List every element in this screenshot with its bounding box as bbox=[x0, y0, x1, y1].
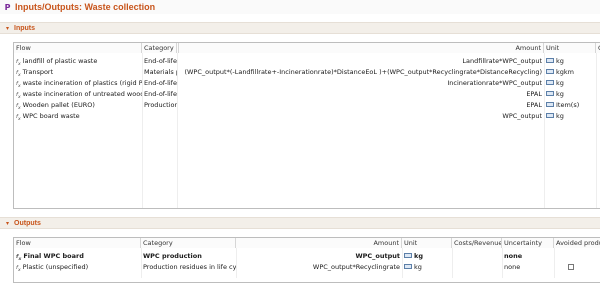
column-header-unit[interactable]: Unit bbox=[544, 43, 596, 53]
fx-flow-icon: fx bbox=[16, 254, 22, 261]
fx-flow-icon: fx bbox=[16, 114, 21, 121]
flow-name: waste incineration of plastics (rigid P bbox=[22, 79, 142, 87]
outputs-section-label: Outputs bbox=[14, 219, 41, 227]
flow-name: landfill of plastic waste bbox=[22, 57, 98, 65]
page-title: Inputs/Outputs: Waste collection bbox=[15, 2, 156, 12]
editor-title-bar: P Inputs/Outputs: Waste collection bbox=[0, 0, 600, 14]
fx-flow-icon: fx bbox=[16, 265, 21, 272]
column-header-costs[interactable]: Costs/Revenues bbox=[452, 238, 502, 248]
fx-flow-icon: fx bbox=[16, 92, 21, 99]
flow-name: WPC board waste bbox=[22, 112, 80, 120]
table-row[interactable]: fx WPC board waste WPC_output kg bbox=[14, 111, 600, 121]
outputs-section-header[interactable]: ▾ Outputs bbox=[0, 217, 600, 229]
column-header-category[interactable]: Category bbox=[142, 43, 177, 53]
process-icon: P bbox=[4, 2, 11, 12]
flow-name: Transport bbox=[22, 68, 54, 76]
flow-category bbox=[142, 111, 177, 121]
unit-group-icon bbox=[546, 101, 554, 107]
unit-group-icon bbox=[546, 90, 554, 96]
unit-group-icon bbox=[546, 68, 554, 74]
column-header-category[interactable]: Category bbox=[141, 238, 236, 248]
fx-flow-icon: fx bbox=[16, 81, 21, 88]
flow-category: End-of-life bbox=[144, 79, 177, 87]
amount-formula[interactable]: Incinerationrate*WPC_output bbox=[177, 78, 544, 88]
column-header-extra[interactable]: C bbox=[596, 43, 600, 53]
flow-category: Production residues in life cyc bbox=[143, 263, 236, 271]
column-header-avoided-product[interactable]: Avoided produ bbox=[554, 238, 600, 248]
chevron-down-icon[interactable]: ▾ bbox=[6, 220, 9, 227]
table-row[interactable]: fx Plastic (unspecified) Production resid… bbox=[14, 262, 600, 272]
amount-formula[interactable]: Landfillrate*WPC_output bbox=[177, 56, 544, 66]
fx-flow-icon: fx bbox=[16, 70, 21, 77]
unit-value: kg bbox=[556, 79, 564, 87]
inputs-section-header[interactable]: ▾ Inputs bbox=[0, 22, 600, 34]
column-header-flow[interactable]: Flow bbox=[14, 238, 141, 248]
flow-category: WPC production bbox=[143, 252, 202, 260]
column-header-flow[interactable]: Flow bbox=[14, 43, 142, 53]
inputs-table-header: Flow Category Amount Unit C bbox=[14, 43, 600, 53]
amount-formula[interactable]: (WPC_output*(-Landfillrate+-Incineration… bbox=[177, 67, 544, 77]
unit-value: kg bbox=[556, 90, 564, 98]
amount-formula[interactable]: WPC_output bbox=[177, 111, 544, 121]
unit-group-icon bbox=[546, 79, 554, 85]
unit-value: Item(s) bbox=[556, 101, 580, 109]
table-row[interactable]: fx Wooden pallet (EURO) Production EPAL I… bbox=[14, 100, 600, 110]
table-row[interactable]: fx waste incineration of untreated wood E… bbox=[14, 89, 600, 99]
unit-value: kgkm bbox=[556, 68, 574, 76]
column-header-amount[interactable]: Amount bbox=[179, 43, 544, 53]
column-header-uncertainty[interactable]: Uncertainty bbox=[502, 238, 554, 248]
unit-group-icon bbox=[404, 252, 412, 258]
inputs-section-label: Inputs bbox=[14, 24, 36, 32]
unit-group-icon bbox=[404, 263, 412, 269]
flow-name: Final WPC board bbox=[23, 252, 84, 260]
unit-value: kg bbox=[414, 263, 422, 271]
flow-name: Wooden pallet (EURO) bbox=[22, 101, 95, 109]
flow-category: End-of-life bbox=[144, 90, 177, 98]
uncertainty-value[interactable]: none bbox=[502, 262, 554, 272]
table-row[interactable]: fx Final WPC board WPC production WPC_out… bbox=[14, 251, 600, 261]
flow-name: waste incineration of untreated wood bbox=[22, 90, 142, 98]
costs-value[interactable] bbox=[452, 262, 502, 272]
flow-category: End-of-life bbox=[144, 57, 177, 65]
outputs-table: Flow Category Amount Unit Costs/Revenues… bbox=[13, 237, 600, 283]
fx-flow-icon: fx bbox=[16, 103, 21, 110]
unit-value: kg bbox=[556, 57, 564, 65]
column-header-unit[interactable]: Unit bbox=[402, 238, 452, 248]
unit-value: kg bbox=[414, 252, 423, 260]
avoided-product-checkbox[interactable] bbox=[568, 264, 574, 270]
amount-formula[interactable]: WPC_output*Recyclingrate bbox=[236, 262, 402, 272]
inputs-table: Flow Category Amount Unit C fxlandfill o… bbox=[13, 42, 600, 209]
table-row[interactable]: fx waste incineration of plastics (rigid … bbox=[14, 78, 600, 88]
table-row[interactable]: fx landfill of plastic waste End-of-life … bbox=[14, 56, 600, 66]
uncertainty-value[interactable]: none bbox=[502, 251, 554, 261]
fx-flow-icon: fx bbox=[16, 59, 21, 66]
outputs-table-header: Flow Category Amount Unit Costs/Revenues… bbox=[14, 238, 600, 248]
unit-group-icon bbox=[546, 57, 554, 63]
flow-name: Plastic (unspecified) bbox=[22, 263, 89, 271]
costs-value[interactable] bbox=[452, 251, 502, 261]
table-row[interactable]: fx Transport Materials p (WPC_output*(-La… bbox=[14, 67, 600, 77]
flow-category: Materials p bbox=[144, 68, 177, 76]
column-header-amount[interactable]: Amount bbox=[236, 238, 402, 248]
amount-formula[interactable]: WPC_output bbox=[236, 251, 402, 261]
unit-group-icon bbox=[546, 112, 554, 118]
amount-formula[interactable]: EPAL bbox=[177, 100, 544, 110]
unit-value: kg bbox=[556, 112, 564, 120]
amount-formula[interactable]: EPAL bbox=[177, 89, 544, 99]
flow-category: Production bbox=[144, 101, 177, 109]
chevron-down-icon[interactable]: ▾ bbox=[6, 25, 9, 32]
